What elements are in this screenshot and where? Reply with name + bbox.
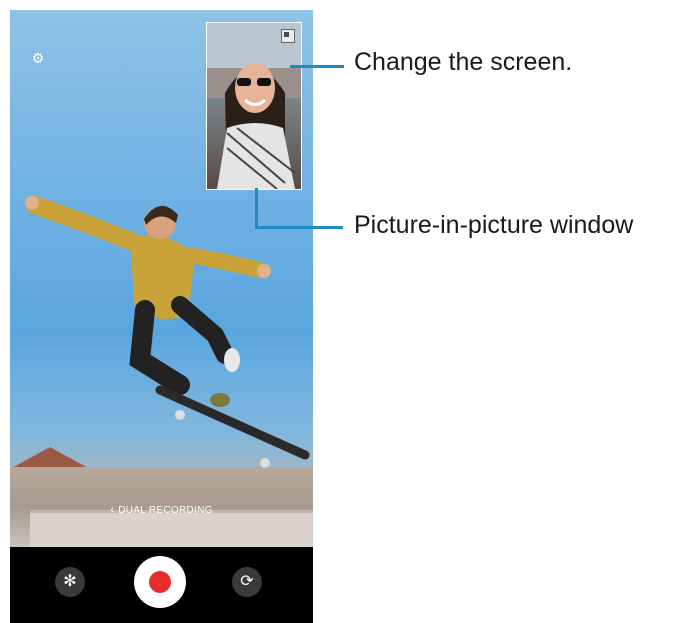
record-button[interactable]	[134, 556, 186, 608]
effects-icon: ✻	[63, 573, 77, 590]
callout-pip-window: Picture-in-picture window	[354, 211, 634, 239]
callout-line-pip-vertical	[255, 188, 258, 228]
mode-text: DUAL RECORDING	[118, 505, 213, 516]
picture-in-picture-window[interactable]	[206, 22, 302, 190]
camera-viewfinder: ⚙ ‹ DUAL RECORDING	[10, 10, 313, 547]
switch-camera-icon: ⟳	[240, 573, 254, 590]
settings-button[interactable]: ⚙	[30, 50, 46, 66]
callout-line-change-screen	[290, 65, 344, 68]
chevron-left-icon: ‹	[110, 504, 115, 516]
gear-icon: ⚙	[31, 50, 45, 66]
phone-screen: ⚙ ‹ DUAL RECORDING ✻ ⟳	[10, 10, 313, 623]
change-screen-button[interactable]	[281, 29, 295, 43]
selfie-image	[207, 23, 301, 189]
record-dot	[149, 571, 171, 593]
camera-controls: ✻ ⟳	[10, 547, 313, 623]
callout-change-screen: Change the screen.	[354, 48, 573, 76]
skateboarder-image	[25, 196, 310, 468]
callout-line-pip-horizontal	[255, 226, 343, 229]
switch-camera-button[interactable]: ⟳	[232, 567, 262, 597]
effects-button[interactable]: ✻	[55, 567, 85, 597]
mode-label[interactable]: ‹ DUAL RECORDING	[10, 504, 313, 516]
